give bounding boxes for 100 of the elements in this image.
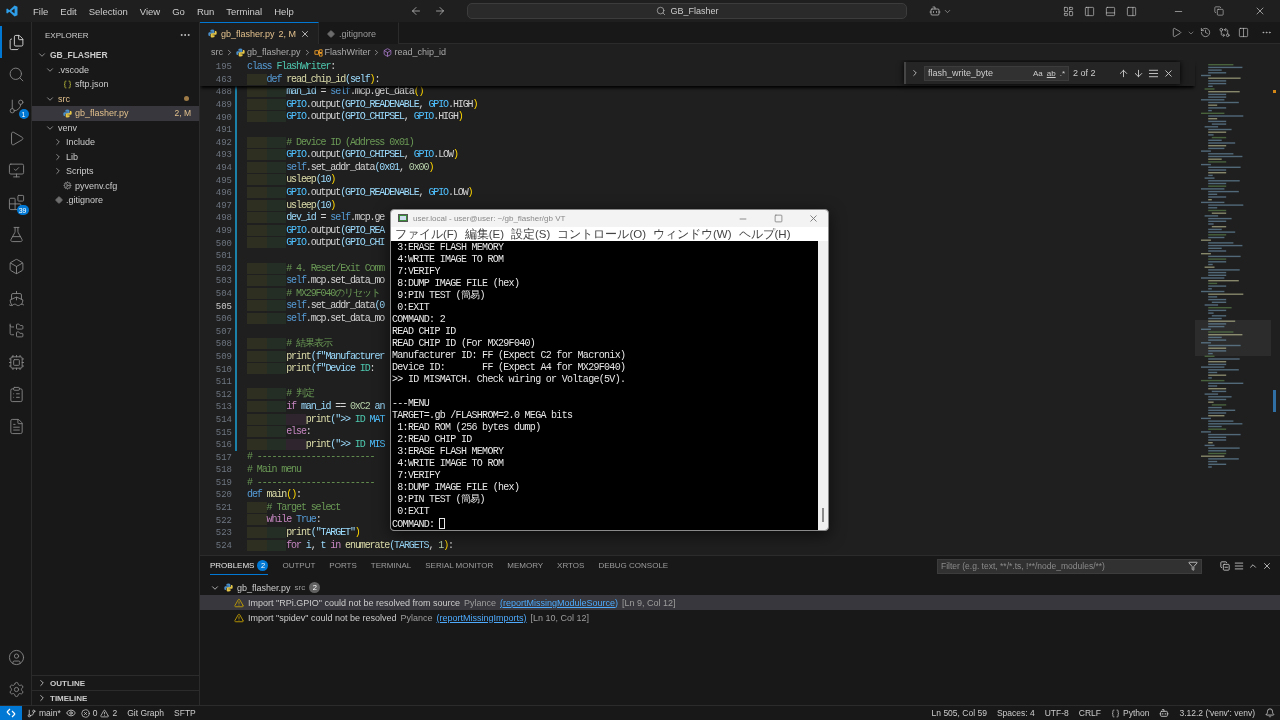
menu-item[interactable]: View <box>134 3 166 19</box>
panel-toggle-icon[interactable] <box>1105 5 1116 17</box>
compare-icon[interactable] <box>1219 27 1230 38</box>
menu-item[interactable]: 編集(E) <box>464 227 505 241</box>
menu-item[interactable]: ウィンドウ(W) <box>653 227 732 241</box>
secondary-sidebar-icon[interactable] <box>1126 5 1137 17</box>
cube-icon[interactable] <box>8 257 25 275</box>
run-icon[interactable] <box>1171 27 1182 38</box>
status-item[interactable]: UTF-8 <box>1039 708 1074 718</box>
workspace-header[interactable]: GB_FLASHER <box>32 48 199 63</box>
chip-icon[interactable] <box>8 353 25 371</box>
collapse-all-icon[interactable] <box>1220 561 1230 571</box>
status-item[interactable]: 3.12.2 ('venv': venv) <box>1174 708 1260 718</box>
branch-status[interactable]: main* <box>22 708 66 718</box>
eye-icon[interactable] <box>65 708 76 718</box>
search-icon[interactable] <box>8 65 25 83</box>
editor-tab[interactable]: .gitignore <box>319 22 400 44</box>
command-search-field[interactable]: GB_Flasher <box>467 3 908 19</box>
menu-item[interactable]: 設定(S) <box>511 227 551 241</box>
folder-tree-icon[interactable] <box>8 321 25 339</box>
menu-item[interactable]: Help <box>269 3 299 19</box>
blocks-icon[interactable] <box>8 193 25 211</box>
problem-row[interactable]: Import "RPi.GPIO" could not be resolved from source Pylance (reportMissingModuleSource) [Ln 9, Col 12] <box>200 595 1280 610</box>
menu-item[interactable]: ファイル(F) <box>395 227 458 241</box>
explorer-folder[interactable]: src <box>32 91 199 106</box>
panel-tab[interactable]: XRTOS <box>557 557 585 575</box>
close-panel-icon[interactable] <box>1262 561 1272 571</box>
forward-arrow-icon[interactable] <box>434 5 447 17</box>
settings-icon[interactable] <box>8 680 25 698</box>
copilot-icon[interactable] <box>929 5 942 17</box>
explorer-folder[interactable]: Scripts <box>32 164 199 179</box>
previous-match-icon[interactable] <box>1118 67 1129 79</box>
panel-tab[interactable]: PORTS <box>329 557 357 575</box>
restore-icon[interactable] <box>1214 6 1224 16</box>
explorer-entry[interactable]: gb_flasher.py 2, M <box>32 106 199 121</box>
copilot-icon[interactable] <box>1159 708 1170 718</box>
section-header[interactable]: OUTLINE <box>32 675 199 690</box>
menu-item[interactable]: Selection <box>83 3 133 19</box>
panel-tab[interactable]: TERMINAL <box>370 557 412 575</box>
menu-item[interactable]: Go <box>167 3 190 19</box>
find-option[interactable]: ab <box>1046 68 1056 78</box>
explorer-entry[interactable]: sftp.json <box>32 77 199 92</box>
monitor-icon[interactable] <box>8 161 25 179</box>
next-match-icon[interactable] <box>1133 67 1144 79</box>
panel-tab[interactable]: SERIAL MONITOR <box>425 557 494 575</box>
language-status[interactable]: Python <box>1106 708 1155 718</box>
menu-item[interactable]: File <box>28 3 54 19</box>
status-item[interactable]: CRLF <box>1073 708 1106 718</box>
find-field[interactable]: flash_write_byte Aa ab .* <box>924 65 1069 81</box>
status-item[interactable]: Git Graph <box>122 708 170 718</box>
status-item[interactable]: SFTP <box>169 708 201 718</box>
find-option[interactable]: .* <box>1059 68 1065 78</box>
remote-button[interactable] <box>0 705 22 720</box>
rule-link[interactable]: (reportMissingModuleSource) <box>500 597 619 608</box>
ship-icon[interactable] <box>8 289 25 307</box>
menu-item[interactable]: ヘルプ(H) <box>738 227 791 241</box>
panel-tab[interactable]: DEBUG CONSOLE <box>598 557 669 575</box>
editor-tab[interactable]: gb_flasher.py 2, M <box>200 22 320 44</box>
breadcrumb-item[interactable]: src <box>211 47 223 57</box>
menu-item[interactable]: コントロール(O) <box>557 227 646 241</box>
find-option[interactable]: Aa <box>1032 68 1043 78</box>
status-item[interactable]: Ln 505, Col 59 <box>926 708 992 718</box>
account-icon[interactable] <box>8 648 25 666</box>
layout-icon[interactable] <box>1063 5 1074 17</box>
explorer-folder[interactable]: Include <box>32 135 199 150</box>
flask-icon[interactable] <box>8 225 25 243</box>
close-icon[interactable] <box>1163 67 1174 79</box>
clipboard-icon[interactable] <box>8 385 25 403</box>
find-in-selection-icon[interactable] <box>1148 67 1159 79</box>
explorer-folder[interactable]: Lib <box>32 149 199 164</box>
bell-icon[interactable] <box>1265 708 1275 718</box>
explorer-entry[interactable]: .gitignore <box>32 193 199 208</box>
breadcrumb-item[interactable]: FlashWriter <box>324 47 371 57</box>
explorer-folder[interactable]: venv <box>32 120 199 135</box>
problem-row[interactable]: Import "spidev" could not be resolved Pylance (reportMissingImports) [Ln 10, Col 12] <box>200 610 1280 625</box>
view-as-list-icon[interactable] <box>1234 561 1244 571</box>
problems-status[interactable]: 0 2 <box>75 708 123 718</box>
breadcrumb-item[interactable]: read_chip_id <box>394 47 446 57</box>
explorer-entry[interactable]: pyvenv.cfg <box>32 178 199 193</box>
scrollbar[interactable] <box>818 241 828 530</box>
close-icon[interactable] <box>1254 5 1266 17</box>
menu-item[interactable]: Terminal <box>221 3 268 19</box>
chevron-right-icon[interactable] <box>910 68 920 78</box>
branch-icon[interactable] <box>8 97 25 115</box>
files-icon[interactable] <box>8 33 25 51</box>
breadcrumb-item[interactable]: gb_flasher.py <box>247 47 301 57</box>
filter-field[interactable]: Filter (e.g. text, **/*.ts, !**/node_modules/**) <box>937 558 1202 574</box>
maximize-panel-icon[interactable] <box>1248 561 1258 571</box>
panel-tab[interactable]: MEMORY <box>507 557 544 575</box>
close-icon[interactable] <box>300 28 311 39</box>
split-editor-icon[interactable] <box>1238 27 1249 38</box>
status-item[interactable]: Spaces: 4 <box>991 708 1040 718</box>
play-icon[interactable] <box>8 129 25 147</box>
history-icon[interactable] <box>1200 27 1211 38</box>
rule-link[interactable]: (reportMissingImports) <box>436 612 527 623</box>
menu-item[interactable]: Edit <box>55 3 82 19</box>
sidebar-toggle-icon[interactable] <box>1084 5 1095 17</box>
document-icon[interactable] <box>8 417 25 435</box>
menu-item[interactable]: Run <box>191 3 220 19</box>
explorer-folder[interactable]: .vscode <box>32 62 199 77</box>
